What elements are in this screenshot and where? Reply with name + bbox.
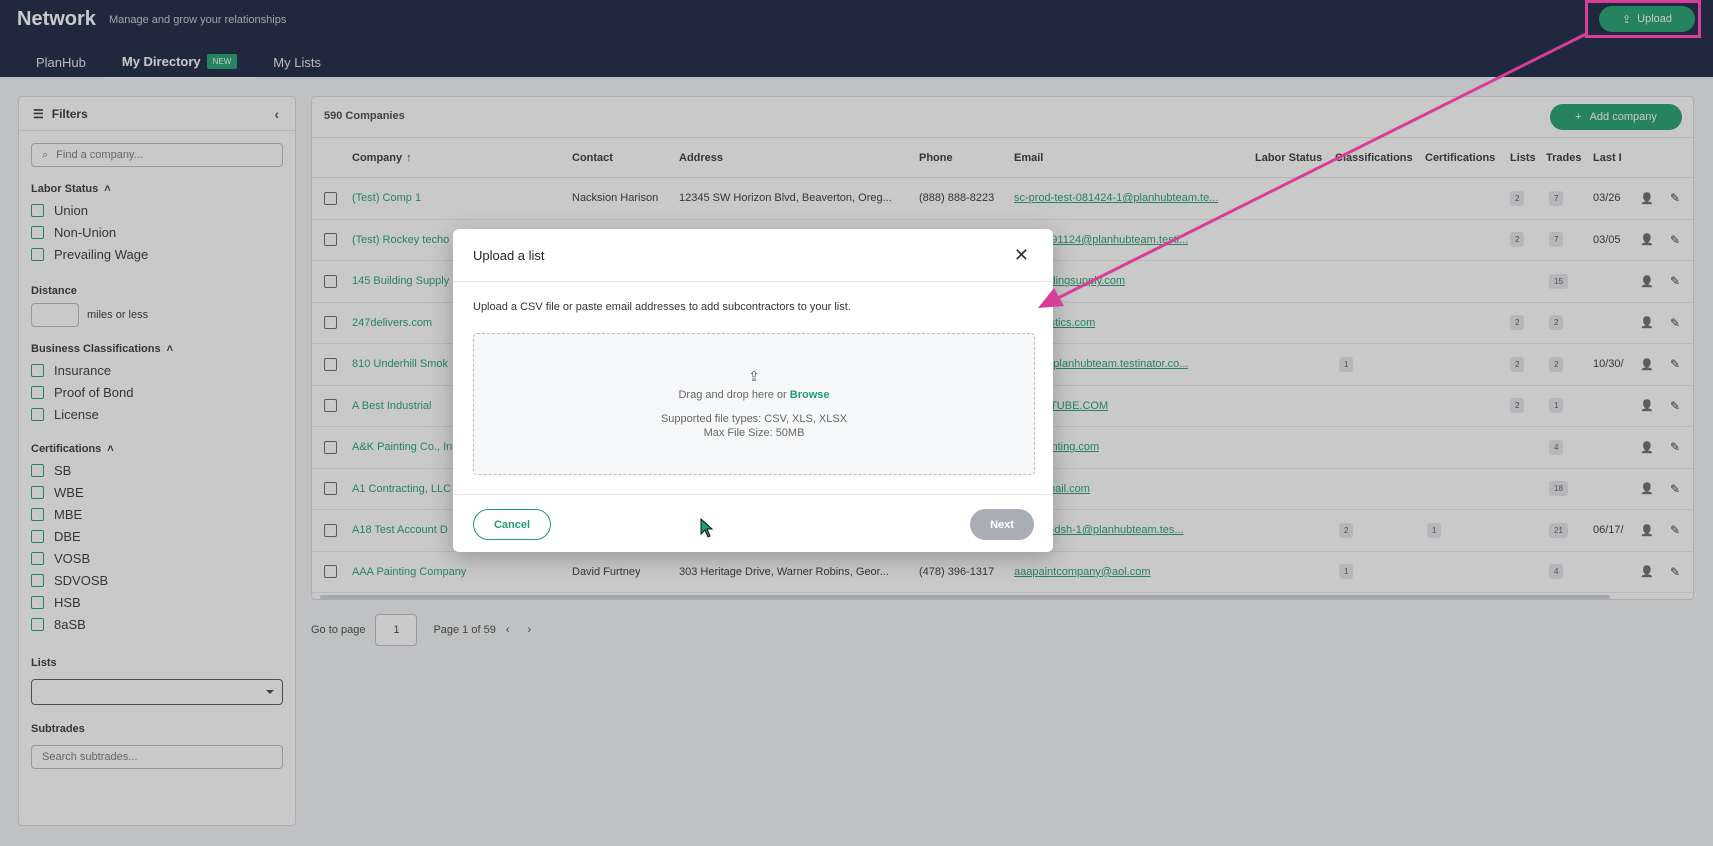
cancel-button[interactable]: Cancel xyxy=(473,509,551,540)
modal-title: Upload a list xyxy=(473,247,545,263)
upload-icon: ⇪ xyxy=(748,368,760,384)
file-drop-zone[interactable]: ⇪ Drag and drop here or Browse Supported… xyxy=(473,333,1035,475)
annotation-highlight-box xyxy=(1585,0,1701,38)
drop-text: Drag and drop here or xyxy=(678,389,787,401)
close-icon[interactable]: ✕ xyxy=(1014,245,1029,266)
max-file-size: Max File Size: 50MB xyxy=(703,427,805,439)
modal-header: Upload a list ✕ xyxy=(453,229,1053,282)
next-button[interactable]: Next xyxy=(970,509,1034,540)
upload-list-modal: Upload a list ✕ Upload a CSV file or pas… xyxy=(453,229,1053,552)
supported-types: Supported file types: CSV, XLS, XLSX xyxy=(660,413,848,425)
drop-instruction: Drag and drop here or Browse xyxy=(474,389,1034,401)
modal-footer: Cancel Next xyxy=(453,494,1053,552)
browse-link[interactable]: Browse xyxy=(790,389,830,401)
modal-description: Upload a CSV file or paste email address… xyxy=(473,301,851,313)
mouse-cursor-icon xyxy=(700,518,714,538)
